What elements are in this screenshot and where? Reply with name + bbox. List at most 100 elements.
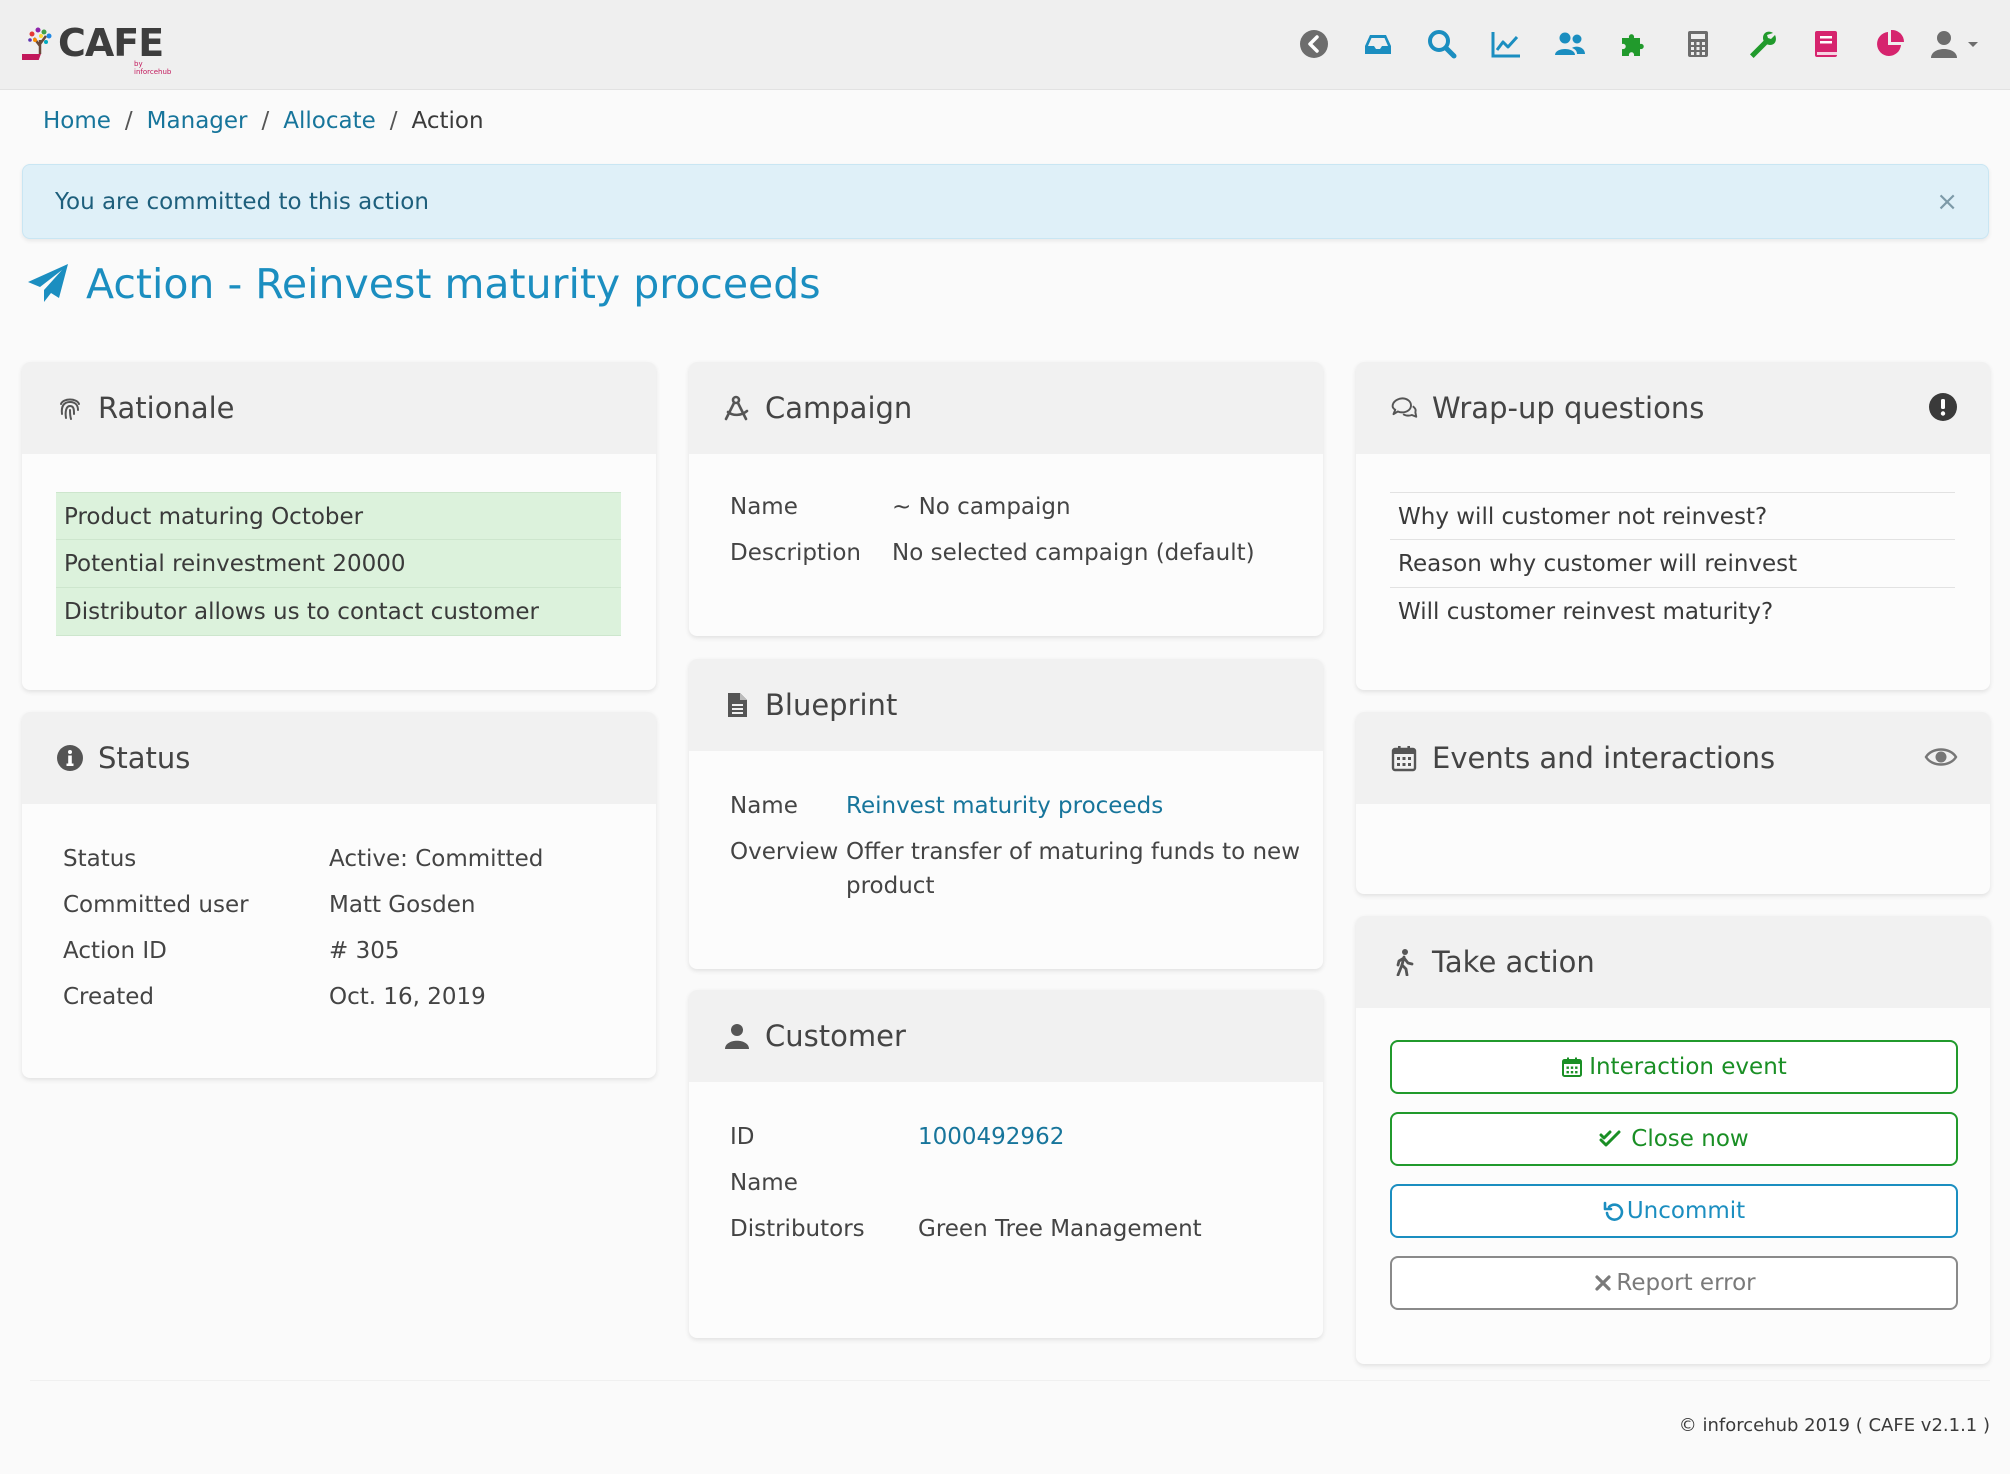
alert-message: You are committed to this action bbox=[55, 189, 429, 215]
page-title-text: Action - Reinvest maturity proceeds bbox=[86, 260, 821, 308]
tree-logo-icon bbox=[22, 27, 52, 60]
committed-user-value: Matt Gosden bbox=[329, 892, 476, 918]
rationale-header: Rationale bbox=[22, 362, 656, 454]
nav-icon-bar bbox=[1282, 22, 1980, 66]
status-title: Status bbox=[98, 741, 191, 775]
uncommit-label: Uncommit bbox=[1626, 1198, 1746, 1224]
interaction-event-label: Interaction event bbox=[1589, 1054, 1787, 1080]
rationale-title: Rationale bbox=[98, 391, 235, 425]
status-card: Status Status Active: Committed Committe… bbox=[22, 712, 656, 1078]
inbox-icon[interactable] bbox=[1346, 22, 1410, 66]
double-check-icon bbox=[1599, 1130, 1621, 1147]
file-document-icon bbox=[728, 693, 747, 717]
breadcrumb-home[interactable]: Home bbox=[43, 108, 111, 134]
blueprint-card: Blueprint Name Reinvest maturity proceed… bbox=[689, 659, 1323, 969]
take-action-card: Take action Interaction event Close now … bbox=[1356, 916, 1990, 1364]
cafe-logo[interactable]: CAFE by inforcehub bbox=[22, 18, 171, 76]
customer-name-label: Name bbox=[730, 1170, 798, 1196]
comments-icon bbox=[1391, 397, 1418, 418]
campaign-name-label: Name bbox=[730, 494, 798, 520]
uncommit-button[interactable]: Uncommit bbox=[1390, 1184, 1958, 1238]
campaign-description-label: Description bbox=[730, 540, 861, 566]
wrapup-question-item[interactable]: Will customer reinvest maturity? bbox=[1390, 588, 1955, 636]
search-icon[interactable] bbox=[1410, 22, 1474, 66]
status-value: Active: Committed bbox=[329, 846, 544, 872]
page-title: Action - Reinvest maturity proceeds bbox=[26, 260, 821, 308]
events-title: Events and interactions bbox=[1432, 741, 1776, 775]
campaign-description-value: No selected campaign (default) bbox=[892, 540, 1255, 566]
chart-line-icon[interactable] bbox=[1474, 22, 1538, 66]
calendar-icon bbox=[1562, 1057, 1583, 1077]
status-label: Status bbox=[63, 846, 137, 872]
puzzle-icon[interactable] bbox=[1602, 22, 1666, 66]
exclamation-circle-icon[interactable] bbox=[1928, 392, 1958, 422]
book-icon[interactable] bbox=[1794, 22, 1858, 66]
info-circle-icon bbox=[57, 745, 83, 771]
logo-text: CAFE bbox=[58, 21, 164, 65]
wrapup-question-item[interactable]: Reason why customer will reinvest bbox=[1390, 540, 1955, 588]
breadcrumb-current: Action bbox=[411, 108, 484, 134]
breadcrumb-allocate[interactable]: Allocate bbox=[283, 108, 376, 134]
wrapup-card: Wrap-up questions Why will customer not … bbox=[1356, 362, 1990, 690]
users-icon[interactable] bbox=[1538, 22, 1602, 66]
pie-chart-icon[interactable] bbox=[1858, 22, 1922, 66]
fingerprint-icon bbox=[60, 398, 80, 420]
breadcrumb-separator: / bbox=[124, 108, 133, 134]
blueprint-overview-line1: Offer transfer of maturing funds to new bbox=[846, 839, 1301, 865]
user-icon bbox=[725, 1024, 749, 1049]
customer-header: Customer bbox=[689, 990, 1323, 1082]
campaign-title: Campaign bbox=[765, 391, 913, 425]
committed-user-label: Committed user bbox=[63, 892, 249, 918]
wrapup-header: Wrap-up questions bbox=[1356, 362, 1990, 454]
logo-subtext: by inforcehub bbox=[134, 60, 172, 76]
customer-distributors-label: Distributors bbox=[730, 1216, 865, 1242]
close-now-button[interactable]: Close now bbox=[1390, 1112, 1958, 1166]
report-error-label: Report error bbox=[1616, 1270, 1756, 1296]
interaction-event-button[interactable]: Interaction event bbox=[1390, 1040, 1958, 1094]
breadcrumb-separator: / bbox=[389, 108, 398, 134]
close-now-label: Close now bbox=[1631, 1126, 1749, 1152]
calculator-icon[interactable] bbox=[1666, 22, 1730, 66]
rationale-item: Potential reinvestment 20000 bbox=[56, 540, 621, 588]
times-icon bbox=[1595, 1275, 1611, 1291]
breadcrumb-manager[interactable]: Manager bbox=[147, 108, 248, 134]
breadcrumb: Home / Manager / Allocate / Action bbox=[43, 108, 484, 134]
user-menu-caret-icon[interactable] bbox=[1966, 22, 1980, 66]
blueprint-overview-line2: product bbox=[846, 873, 935, 899]
blueprint-name-link[interactable]: Reinvest maturity proceeds bbox=[846, 793, 1163, 819]
rationale-list: Product maturing October Potential reinv… bbox=[56, 492, 621, 636]
customer-title: Customer bbox=[765, 1019, 906, 1053]
campaign-name-value: ~ No campaign bbox=[892, 494, 1071, 520]
created-label: Created bbox=[63, 984, 155, 1010]
action-id-value: # 305 bbox=[329, 938, 400, 964]
back-icon[interactable] bbox=[1282, 22, 1346, 66]
status-header: Status bbox=[22, 712, 656, 804]
campaign-card: Campaign Name ~ No campaign Description … bbox=[689, 362, 1323, 636]
events-header: Events and interactions bbox=[1356, 712, 1990, 804]
blueprint-name-label: Name bbox=[730, 793, 798, 819]
customer-id-link[interactable]: 1000492962 bbox=[918, 1124, 1064, 1150]
customer-distributors-value: Green Tree Management bbox=[918, 1216, 1202, 1242]
rationale-item: Distributor allows us to contact custome… bbox=[56, 588, 621, 636]
committed-alert: You are committed to this action × bbox=[22, 164, 1989, 239]
blueprint-header: Blueprint bbox=[689, 659, 1323, 751]
take-action-header: Take action bbox=[1356, 916, 1990, 1008]
top-navbar: CAFE by inforcehub bbox=[0, 0, 2010, 90]
events-card: Events and interactions bbox=[1356, 712, 1990, 894]
rationale-card: Rationale Product maturing October Poten… bbox=[22, 362, 656, 690]
report-error-button[interactable]: Report error bbox=[1390, 1256, 1958, 1310]
customer-card: Customer ID 1000492962 Name Distributors… bbox=[689, 990, 1323, 1338]
wrapup-title: Wrap-up questions bbox=[1432, 391, 1705, 425]
user-icon[interactable] bbox=[1922, 22, 1966, 66]
calendar-icon bbox=[1391, 746, 1417, 772]
walking-person-icon bbox=[1396, 949, 1414, 976]
wrench-icon[interactable] bbox=[1730, 22, 1794, 66]
campaign-header: Campaign bbox=[689, 362, 1323, 454]
breadcrumb-separator: / bbox=[261, 108, 270, 134]
footer-copyright: © inforcehub 2019 ( CAFE v2.1.1 ) bbox=[1678, 1415, 1990, 1436]
eye-icon[interactable] bbox=[1924, 742, 1958, 772]
wrapup-question-item[interactable]: Why will customer not reinvest? bbox=[1390, 492, 1955, 540]
alert-close-button[interactable]: × bbox=[1936, 187, 1958, 217]
rationale-item: Product maturing October bbox=[56, 492, 621, 540]
take-action-title: Take action bbox=[1432, 945, 1595, 979]
